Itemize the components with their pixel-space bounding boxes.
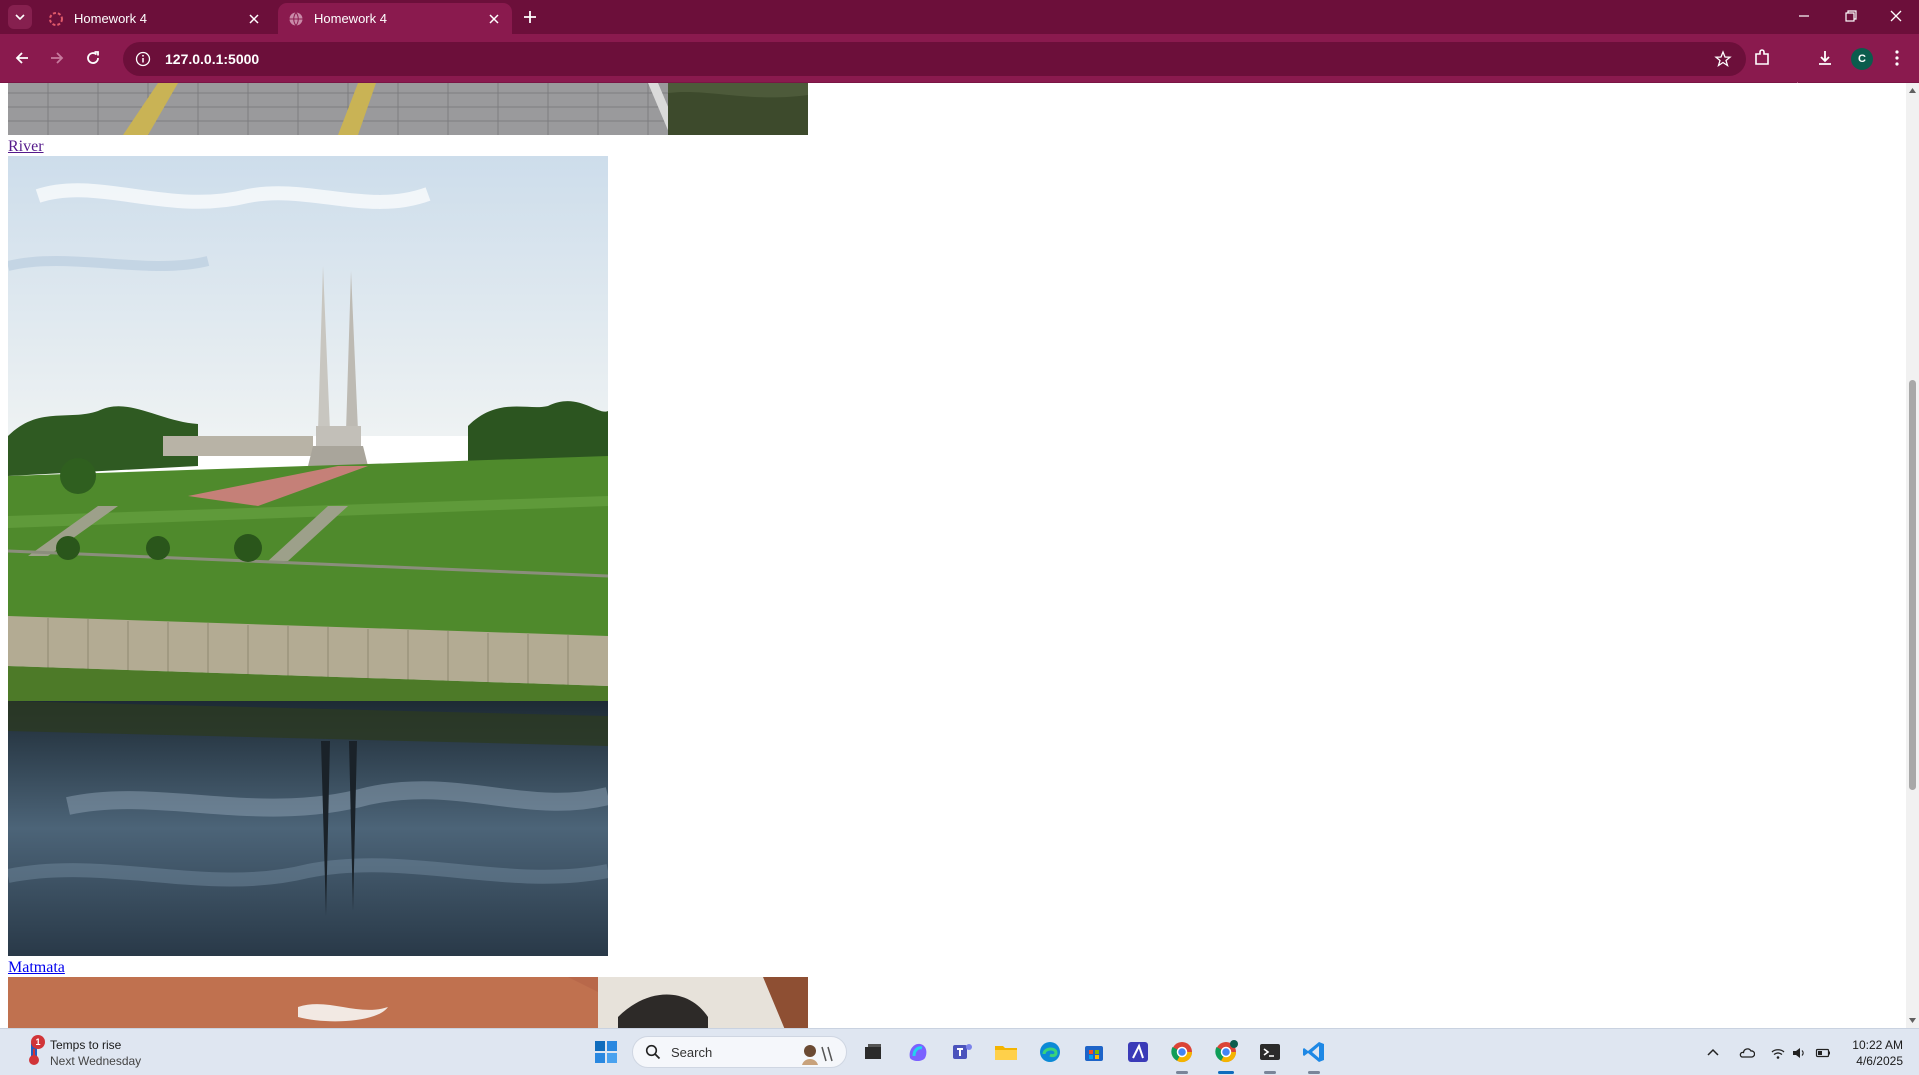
task-view-icon[interactable] [859, 1038, 887, 1066]
minimize-icon[interactable] [1792, 6, 1816, 26]
reload-icon[interactable] [83, 48, 103, 68]
search-icon [645, 1044, 661, 1060]
running-indicator [1308, 1071, 1320, 1074]
scrollbar-thumb[interactable] [1909, 380, 1916, 790]
taskbar-search[interactable]: Search [632, 1036, 847, 1068]
battery-icon[interactable] [1815, 1045, 1831, 1061]
close-icon[interactable] [486, 11, 502, 27]
close-window-icon[interactable] [1884, 6, 1908, 26]
weather-subtitle: Next Wednesday [50, 1054, 142, 1068]
wifi-icon[interactable] [1770, 1045, 1786, 1061]
chevron-up-icon[interactable] [1705, 1045, 1721, 1061]
loading-ring-icon [49, 11, 63, 26]
chrome-profile-icon[interactable] [1212, 1038, 1240, 1066]
bookmark-star-icon[interactable] [1714, 50, 1732, 68]
new-tab-plus-icon[interactable] [520, 7, 540, 27]
tab-title: Homework 4 [314, 11, 387, 26]
running-indicator [1176, 1071, 1188, 1074]
extensions-puzzle-icon[interactable] [1752, 48, 1772, 68]
code-editor-app-icon[interactable] [1124, 1038, 1152, 1066]
tab-title: Homework 4 [74, 11, 147, 26]
scroll-up-arrow-icon[interactable] [1908, 86, 1917, 95]
page-scrollbar[interactable] [1906, 83, 1919, 1028]
vscode-icon[interactable] [1300, 1038, 1328, 1066]
microsoft-store-icon[interactable] [1080, 1038, 1108, 1066]
chevron-down-icon [15, 14, 25, 21]
clock-time: 10:22 AM [1852, 1038, 1903, 1052]
vitebsk-monument-photo [8, 156, 608, 956]
scroll-down-arrow-icon[interactable] [1908, 1016, 1917, 1025]
paved-path-photo [8, 83, 808, 135]
back-arrow-icon[interactable] [12, 48, 32, 68]
copilot-icon[interactable] [904, 1038, 932, 1066]
url-text[interactable]: 127.0.0.1:5000 [165, 51, 259, 67]
tab-homework-4-active[interactable]: Homework 4 [278, 3, 512, 34]
restore-icon[interactable] [1838, 6, 1862, 26]
file-explorer-icon[interactable] [992, 1038, 1020, 1066]
tab-homework-4-first[interactable]: Homework 4 [38, 3, 272, 34]
page-viewport: River in Vitebsk [0, 83, 1906, 1028]
teams-icon[interactable] [948, 1038, 976, 1066]
onedrive-cloud-icon[interactable] [1739, 1045, 1755, 1061]
volume-icon[interactable] [1791, 1045, 1807, 1061]
forward-arrow-icon[interactable] [47, 48, 67, 68]
active-app-indicator [1218, 1071, 1234, 1074]
site-info-icon[interactable] [135, 51, 151, 67]
notification-badge: 1 [31, 1035, 45, 1049]
matmata-photo [8, 977, 808, 1028]
close-icon[interactable] [246, 11, 262, 27]
address-bar[interactable]: 127.0.0.1:5000 [123, 42, 1746, 76]
matmata-link[interactable]: Matmata [8, 959, 65, 977]
download-icon[interactable] [1815, 48, 1835, 68]
weather-title: Temps to rise [50, 1038, 122, 1052]
globe-icon [289, 11, 303, 26]
search-placeholder: Search [671, 1044, 713, 1060]
running-indicator [1264, 1071, 1276, 1074]
profile-avatar[interactable]: C [1851, 48, 1873, 70]
windows-start-icon[interactable] [592, 1038, 620, 1066]
kebab-menu-icon[interactable] [1887, 48, 1907, 68]
tab-search-button[interactable] [8, 5, 32, 29]
tab-strip: Homework 4 Homework 4 [0, 0, 1919, 34]
chrome-icon[interactable] [1168, 1038, 1196, 1066]
search-highlight-illustration-icon [802, 1045, 833, 1065]
windows-taskbar: 1 Temps to rise Next Wednesday Search 10… [0, 1028, 1919, 1075]
terminal-icon[interactable] [1256, 1038, 1284, 1066]
clock-date: 4/6/2025 [1856, 1054, 1903, 1068]
edge-browser-icon[interactable] [1036, 1038, 1064, 1066]
